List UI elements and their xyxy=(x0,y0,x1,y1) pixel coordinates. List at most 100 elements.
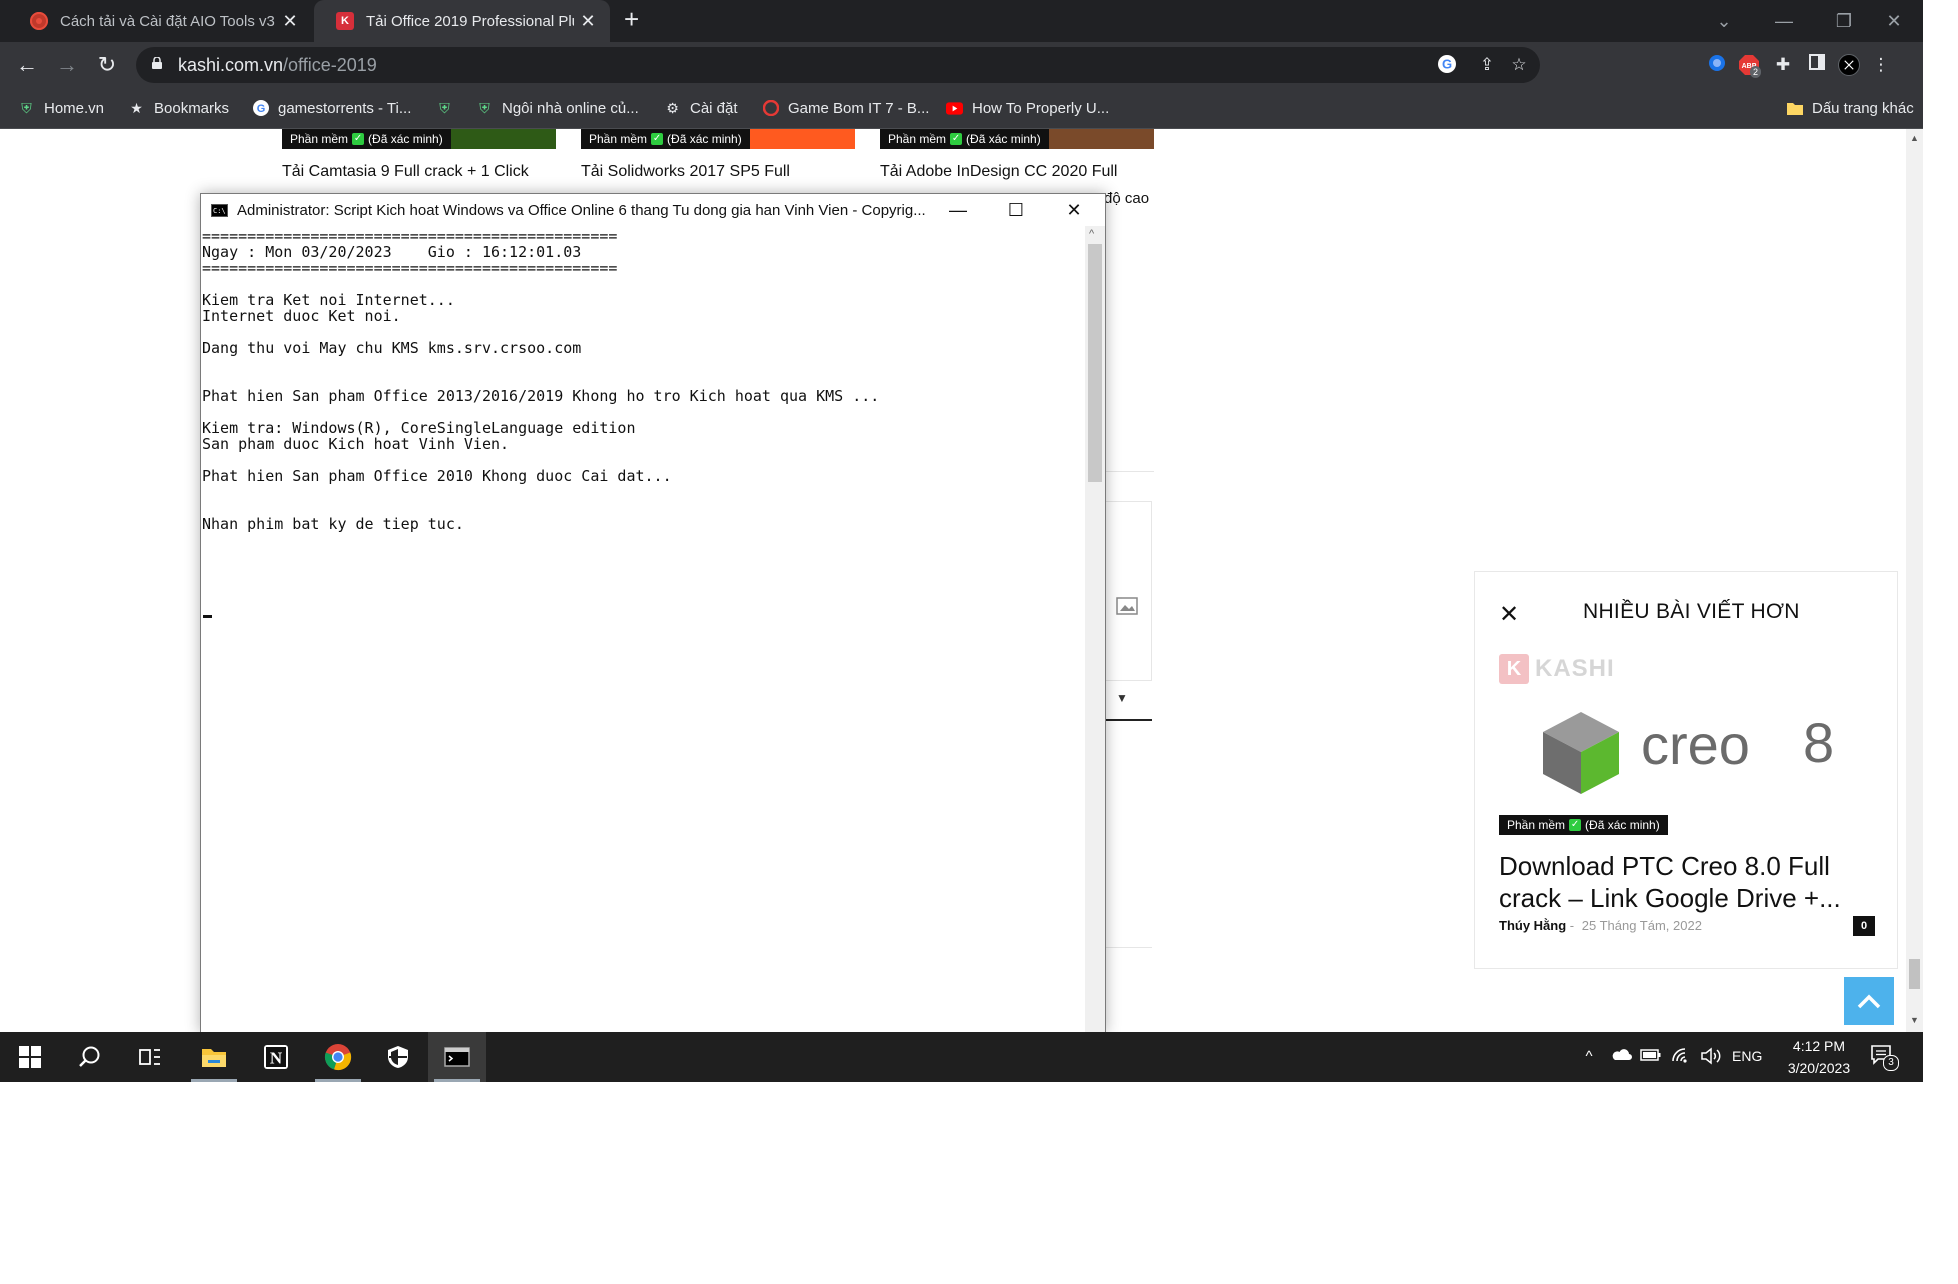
image-icon[interactable] xyxy=(1116,597,1138,615)
article-author[interactable]: Thúy Hằng xyxy=(1499,918,1566,933)
card-badge[interactable]: Phần mềm ✓ (Đã xác minh) xyxy=(282,129,451,149)
search-button[interactable] xyxy=(61,1032,119,1082)
close-icon[interactable]: ✕ xyxy=(1499,600,1519,629)
taskbar-security[interactable] xyxy=(369,1032,427,1082)
console-close-icon[interactable]: ✕ xyxy=(1045,194,1103,226)
bookmark-cai-dat[interactable]: ⚙ Cài đặt xyxy=(664,98,737,118)
forward-icon[interactable]: → xyxy=(54,52,80,78)
close-window-icon[interactable]: ✕ xyxy=(1864,0,1923,42)
console-window[interactable]: C:\ Administrator: Script Kich hoat Wind… xyxy=(200,193,1106,1033)
scroll-down-icon[interactable]: ▼ xyxy=(1910,1015,1919,1025)
adblock-icon[interactable]: ABP 2 xyxy=(1738,54,1762,78)
bookmark-game-bom-it[interactable]: Game Bom IT 7 - B... xyxy=(762,98,929,118)
bookmark-ngoi-nha-online[interactable]: ⛨ Ngôi nhà online củ... xyxy=(476,98,639,118)
scrollbar-thumb[interactable] xyxy=(1909,959,1920,989)
start-button[interactable] xyxy=(1,1032,59,1082)
tab-title: Tải Office 2019 Professional Plus xyxy=(366,12,574,30)
scroll-up-icon[interactable]: ^ xyxy=(1089,228,1094,240)
extensions-puzzle-icon[interactable]: ✚ xyxy=(1772,54,1794,76)
volume-icon[interactable] xyxy=(1700,1047,1722,1067)
folder-icon xyxy=(1786,100,1803,117)
lock-icon[interactable] xyxy=(152,57,162,69)
back-to-top-button[interactable] xyxy=(1844,977,1894,1025)
select-underline xyxy=(1104,719,1152,721)
console-output[interactable]: ========================================… xyxy=(201,226,1085,1032)
cmd-icon: C:\ xyxy=(211,204,228,217)
menu-kebab-icon[interactable]: ⋮ xyxy=(1870,54,1892,76)
extension-blue-icon[interactable] xyxy=(1706,54,1728,76)
card-title[interactable]: Tải Camtasia 9 Full crack + 1 Click xyxy=(282,163,529,181)
dropdown-caret-icon[interactable]: ▼ xyxy=(1116,691,1128,705)
taskbar-file-explorer[interactable] xyxy=(185,1032,243,1082)
console-line: Nhan phim bat ky de tiep tuc. xyxy=(202,515,464,533)
console-line: Dang thu voi May chu KMS kms.srv.crsoo.c… xyxy=(202,339,582,357)
tab-aio-tools[interactable]: Cách tải và Cài đặt AIO Tools v3.1 ✕ xyxy=(8,0,312,42)
search-icon xyxy=(79,1046,100,1067)
card-badge[interactable]: Phần mềm ✓ (Đã xác minh) xyxy=(581,129,750,149)
minimize-icon[interactable]: — xyxy=(1754,0,1814,42)
article-badge[interactable]: Phần mềm ✓ (Đã xác minh) xyxy=(1499,815,1668,835)
gear-icon: ⚙ xyxy=(666,99,679,116)
browser-toolbar: ← → ↻ kashi.com.vn/office-2019 G ⇪ ☆ ABP… xyxy=(0,42,1923,88)
scrollbar-thumb[interactable] xyxy=(1088,244,1102,482)
bookmark-star-icon[interactable]: ☆ xyxy=(1508,54,1530,76)
site-favicon-icon xyxy=(30,12,48,30)
bookmark-folder-bookmarks[interactable]: ★ Bookmarks xyxy=(128,98,229,118)
console-line: Phat hien San pham Office 2013/2016/2019… xyxy=(202,387,880,405)
address-bar[interactable]: kashi.com.vn/office-2019 G ⇪ ☆ xyxy=(136,47,1540,83)
widget-heading: NHIỀU BÀI VIẾT HƠN xyxy=(1583,600,1800,623)
card-badge[interactable]: Phần mềm ✓ (Đã xác minh) xyxy=(880,129,1049,149)
chrome-icon xyxy=(324,1044,352,1071)
side-panel-icon[interactable] xyxy=(1806,54,1828,76)
taskbar-console[interactable] xyxy=(428,1032,486,1082)
divider xyxy=(1104,947,1152,948)
onedrive-cloud-icon[interactable] xyxy=(1610,1047,1632,1067)
taskbar-notion[interactable]: N xyxy=(247,1032,305,1082)
console-maximize-icon[interactable]: ☐ xyxy=(987,194,1045,226)
google-lens-icon[interactable]: G xyxy=(1436,54,1458,76)
tab-close-icon[interactable]: ✕ xyxy=(276,11,304,32)
console-line: San pham duoc Kich hoat Vinh Vien. xyxy=(202,435,510,453)
page-scrollbar[interactable]: ▲ ▼ xyxy=(1906,129,1923,1032)
battery-icon[interactable] xyxy=(1640,1047,1662,1067)
home-shield-icon: ⛨ xyxy=(21,99,32,116)
tab-close-icon[interactable]: ✕ xyxy=(574,11,602,32)
tab-office-2019[interactable]: K Tải Office 2019 Professional Plus ✕ xyxy=(314,0,610,42)
console-minimize-icon[interactable]: — xyxy=(929,194,987,226)
article-title[interactable]: Download PTC Creo 8.0 Full crack – Link … xyxy=(1499,850,1879,914)
card-title[interactable]: Tải Solidworks 2017 SP5 Full xyxy=(581,163,790,181)
scroll-up-icon[interactable]: ▲ xyxy=(1910,133,1919,143)
show-hidden-icons-icon[interactable]: ^ xyxy=(1578,1047,1600,1067)
action-center-button[interactable]: 3 xyxy=(1870,1044,1899,1071)
wifi-icon[interactable] xyxy=(1670,1047,1692,1067)
console-titlebar[interactable]: C:\ Administrator: Script Kich hoat Wind… xyxy=(201,194,1105,226)
profile-avatar-icon[interactable] xyxy=(1838,54,1860,76)
taskbar-chrome[interactable] xyxy=(309,1032,367,1082)
cube-logo-icon xyxy=(1543,712,1619,794)
tab-search-icon[interactable]: ⌄ xyxy=(1694,0,1754,42)
comment-box-edge xyxy=(1104,501,1152,681)
home-shield-icon: ⛨ xyxy=(439,99,450,116)
shield-icon xyxy=(388,1046,408,1068)
bookmark-other-folder[interactable]: Dấu trang khác xyxy=(1786,98,1914,118)
bookmark-how-to-properly[interactable]: How To Properly U... xyxy=(946,98,1109,118)
clock-date[interactable]: 3/20/2023 xyxy=(1776,1060,1862,1076)
comment-count-badge[interactable]: 0 xyxy=(1853,916,1875,936)
bookmark-home-vn[interactable]: ⛨ Home.vn xyxy=(18,98,104,118)
bookmark-shield[interactable]: ⛨ xyxy=(436,98,462,118)
input-language[interactable]: ENG xyxy=(1732,1048,1762,1064)
console-line: ========================================… xyxy=(202,259,618,277)
kashi-logo: K KASHI xyxy=(1499,654,1615,684)
console-scrollbar[interactable]: ^ xyxy=(1085,226,1105,1032)
card-title[interactable]: Tải Adobe InDesign CC 2020 Full xyxy=(880,163,1117,181)
back-icon[interactable]: ← xyxy=(14,52,40,78)
clock-time[interactable]: 4:12 PM xyxy=(1784,1038,1854,1054)
home-shield-icon: ⛨ xyxy=(479,99,490,116)
reload-icon[interactable]: ↻ xyxy=(94,52,120,78)
new-tab-icon[interactable]: + xyxy=(624,4,639,35)
article-thumbnail[interactable]: creo 8 xyxy=(1499,702,1875,812)
bookmark-gamestorrents[interactable]: Ggamestorrents - Ti... xyxy=(252,98,411,118)
task-view-button[interactable] xyxy=(121,1032,179,1082)
share-icon[interactable]: ⇪ xyxy=(1476,54,1498,76)
youtube-icon xyxy=(946,100,963,117)
